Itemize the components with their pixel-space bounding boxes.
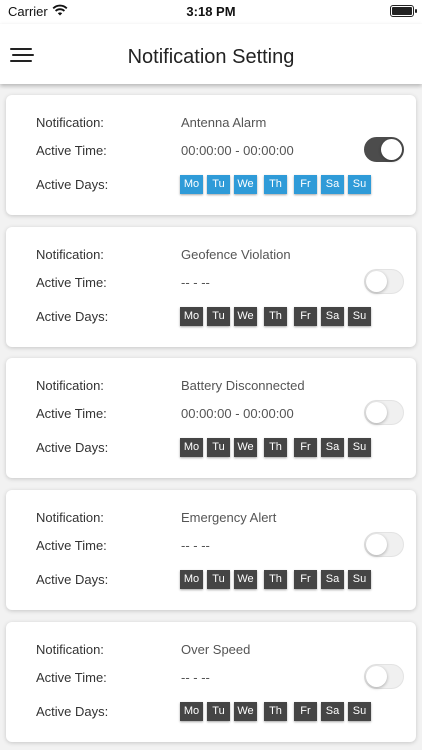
notification-card-geofence-violation: Notification: Geofence Violation Active …	[6, 227, 416, 347]
active-time-value[interactable]: 00:00:00 - 00:00:00	[181, 406, 294, 421]
day-chip-th[interactable]: Th	[264, 175, 287, 194]
battery-icon	[390, 5, 417, 17]
day-chip-su[interactable]: Su	[348, 702, 371, 721]
day-chip-tu[interactable]: Tu	[207, 175, 230, 194]
notification-toggle[interactable]	[364, 532, 404, 557]
notification-name: Battery Disconnected	[181, 378, 305, 393]
active-time-label: Active Time:	[36, 406, 107, 421]
status-bar: Carrier 3:18 PM	[0, 0, 422, 24]
day-chip-tu[interactable]: Tu	[207, 702, 230, 721]
notification-toggle[interactable]	[364, 269, 404, 294]
day-chip-th[interactable]: Th	[264, 307, 287, 326]
day-chip-tu[interactable]: Tu	[207, 438, 230, 457]
active-time-value[interactable]: -- - --	[181, 538, 210, 553]
active-time-value[interactable]: -- - --	[181, 670, 210, 685]
day-chip-we[interactable]: We	[234, 307, 257, 326]
notification-name: Antenna Alarm	[181, 115, 267, 130]
day-chip-tu[interactable]: Tu	[207, 307, 230, 326]
day-chip-fr[interactable]: Fr	[294, 175, 317, 194]
active-time-label: Active Time:	[36, 670, 107, 685]
day-chip-th[interactable]: Th	[264, 438, 287, 457]
day-chip-mo[interactable]: Mo	[180, 175, 203, 194]
day-chip-fr[interactable]: Fr	[294, 307, 317, 326]
day-chip-fr[interactable]: Fr	[294, 702, 317, 721]
notification-name: Emergency Alert	[181, 510, 277, 525]
notification-card-over-speed: Notification: Over Speed Active Time: --…	[6, 622, 416, 742]
day-chip-su[interactable]: Su	[348, 307, 371, 326]
notification-toggle[interactable]	[364, 137, 404, 162]
day-chip-sa[interactable]: Sa	[321, 175, 344, 194]
notification-label: Notification:	[36, 642, 104, 657]
page-title: Notification Setting	[127, 46, 295, 68]
status-time: 3:18 PM	[186, 4, 236, 19]
day-chip-we[interactable]: We	[234, 570, 257, 589]
day-chip-mo[interactable]: Mo	[180, 702, 203, 721]
notification-label: Notification:	[36, 247, 104, 262]
notification-toggle[interactable]	[364, 400, 404, 425]
day-chip-tu[interactable]: Tu	[207, 570, 230, 589]
day-chip-sa[interactable]: Sa	[321, 438, 344, 457]
day-chip-we[interactable]: We	[234, 175, 257, 194]
day-chip-fr[interactable]: Fr	[294, 438, 317, 457]
notification-label: Notification:	[36, 378, 104, 393]
day-chip-we[interactable]: We	[234, 438, 257, 457]
day-chip-mo[interactable]: Mo	[180, 438, 203, 457]
active-days-label: Active Days:	[36, 704, 109, 719]
active-days-label: Active Days:	[36, 177, 109, 192]
day-chip-su[interactable]: Su	[348, 175, 371, 194]
day-chip-mo[interactable]: Mo	[180, 307, 203, 326]
notification-card-emergency-alert: Notification: Emergency Alert Active Tim…	[6, 490, 416, 610]
active-time-label: Active Time:	[36, 275, 107, 290]
active-time-value[interactable]: 00:00:00 - 00:00:00	[181, 143, 294, 158]
day-chip-sa[interactable]: Sa	[321, 702, 344, 721]
notification-label: Notification:	[36, 510, 104, 525]
active-days-label: Active Days:	[36, 572, 109, 587]
active-time-value[interactable]: -- - --	[181, 275, 210, 290]
notification-label: Notification:	[36, 115, 104, 130]
day-chip-th[interactable]: Th	[264, 570, 287, 589]
active-time-label: Active Time:	[36, 538, 107, 553]
navigation-bar: Notification Setting	[0, 24, 422, 84]
day-chip-mo[interactable]: Mo	[180, 570, 203, 589]
day-chip-su[interactable]: Su	[348, 438, 371, 457]
notification-name: Over Speed	[181, 642, 251, 657]
active-days-label: Active Days:	[36, 440, 109, 455]
day-chip-sa[interactable]: Sa	[321, 307, 344, 326]
day-chip-su[interactable]: Su	[348, 570, 371, 589]
notification-toggle[interactable]	[364, 664, 404, 689]
day-chip-sa[interactable]: Sa	[321, 570, 344, 589]
active-time-label: Active Time:	[36, 143, 107, 158]
day-chip-fr[interactable]: Fr	[294, 570, 317, 589]
notification-name: Geofence Violation	[181, 247, 291, 262]
notification-list[interactable]: Notification: Antenna Alarm Active Time:…	[0, 84, 422, 750]
notification-card-battery-disconnected: Notification: Battery Disconnected Activ…	[6, 358, 416, 478]
notification-card-antenna-alarm: Notification: Antenna Alarm Active Time:…	[6, 95, 416, 215]
day-chip-we[interactable]: We	[234, 702, 257, 721]
active-days-label: Active Days:	[36, 309, 109, 324]
day-chip-th[interactable]: Th	[264, 702, 287, 721]
